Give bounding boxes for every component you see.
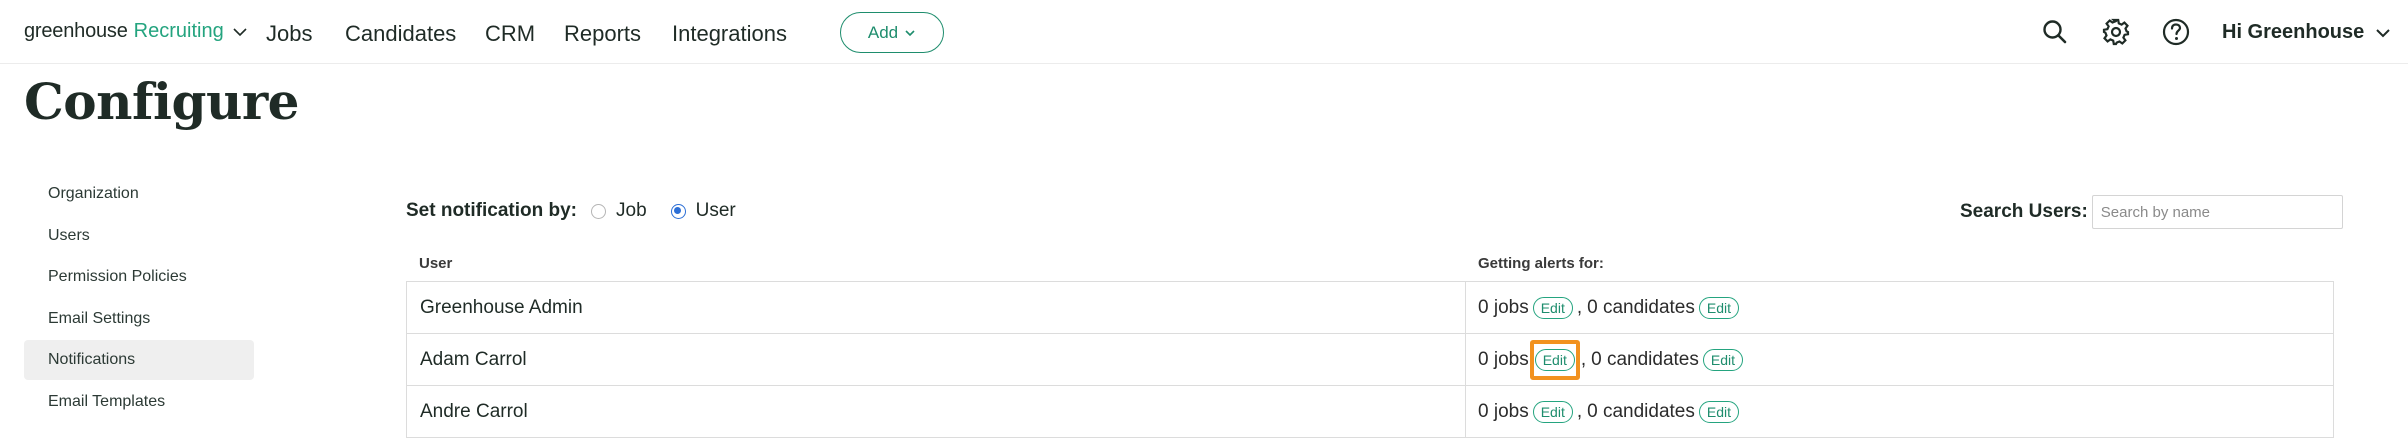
table-header: User Getting alerts for: [406, 246, 2334, 281]
nav-integrations[interactable]: Integrations [672, 21, 787, 47]
user-greeting: Hi Greenhouse [2222, 21, 2365, 43]
notification-setting: Set notification by: Job User [406, 196, 760, 226]
nav-reports[interactable]: Reports [564, 21, 641, 47]
table-row: Greenhouse Admin 0 jobs Edit , 0 candida… [407, 282, 2333, 334]
help-icon[interactable] [2161, 17, 2191, 47]
table-row: Adam Carrol 0 jobs Edit , 0 candidates E… [407, 334, 2333, 386]
candidates-count: 0 candidates [1591, 348, 1699, 370]
separator: , [1576, 400, 1583, 422]
jobs-count: 0 jobs [1478, 296, 1529, 318]
user-name: Greenhouse Admin [407, 282, 1466, 333]
radio-job[interactable] [591, 203, 606, 219]
table-row: Andre Carrol 0 jobs Edit , 0 candidates … [407, 386, 2333, 438]
sidebar-item-organization[interactable]: Organization [24, 174, 254, 214]
column-header-user: User [419, 255, 453, 272]
alerts-cell: 0 jobs Edit , 0 candidates Edit [1466, 282, 1743, 333]
edit-jobs-button[interactable]: Edit [1532, 400, 1573, 423]
top-navigation: greenhouse Recruiting Jobs Candidates CR… [0, 0, 2408, 64]
search-icon[interactable] [2040, 17, 2070, 47]
sidebar-item-permission-policies[interactable]: Permission Policies [24, 257, 254, 297]
page-title: Configure [24, 72, 299, 131]
radio-user-label[interactable]: User [696, 200, 736, 222]
user-notifications-table: User Getting alerts for: Greenhouse Admi… [406, 246, 2334, 438]
jobs-count: 0 jobs [1478, 348, 1529, 370]
chevron-down-icon [233, 27, 247, 36]
user-name: Adam Carrol [407, 334, 1466, 385]
table-body: Greenhouse Admin 0 jobs Edit , 0 candida… [406, 281, 2334, 438]
column-header-alerts: Getting alerts for: [1478, 255, 1604, 272]
alerts-cell: 0 jobs Edit , 0 candidates Edit [1466, 386, 1743, 437]
nav-candidates[interactable]: Candidates [345, 21, 456, 47]
chevron-down-icon [905, 29, 915, 36]
edit-candidates-button[interactable]: Edit [1698, 400, 1739, 423]
candidates-count: 0 candidates [1587, 400, 1695, 422]
candidates-count: 0 candidates [1587, 296, 1695, 318]
jobs-count: 0 jobs [1478, 400, 1529, 422]
set-notification-label: Set notification by: [406, 200, 577, 221]
radio-job-label[interactable]: Job [616, 200, 647, 222]
user-search: Search Users: [1960, 195, 2343, 229]
add-button-label: Add [867, 22, 899, 42]
alerts-cell: 0 jobs Edit , 0 candidates Edit [1466, 334, 1747, 385]
edit-jobs-button[interactable]: Edit [1532, 296, 1573, 319]
chevron-down-icon [2376, 28, 2390, 37]
sidebar-item-notifications[interactable]: Notifications [24, 340, 254, 380]
brand-menu[interactable]: greenhouse Recruiting [24, 20, 250, 43]
sidebar-item-email-settings[interactable]: Email Settings [24, 299, 254, 339]
gear-icon[interactable] [2101, 17, 2131, 47]
nav-crm[interactable]: CRM [485, 21, 535, 47]
nav-jobs[interactable]: Jobs [266, 21, 312, 47]
sidebar-item-email-templates[interactable]: Email Templates [24, 382, 254, 422]
separator: , [1576, 296, 1583, 318]
configure-sidebar: Organization Users Permission Policies E… [24, 174, 254, 423]
highlight-box: Edit [1529, 339, 1580, 380]
search-users-label: Search Users: [1960, 201, 2088, 222]
brand-logo: greenhouse [24, 20, 128, 42]
brand-product: Recruiting [133, 20, 224, 42]
add-button[interactable]: Add [840, 12, 944, 53]
user-name: Andre Carrol [407, 386, 1466, 437]
user-menu[interactable]: Hi Greenhouse [2222, 21, 2392, 44]
edit-candidates-button[interactable]: Edit [1698, 296, 1739, 319]
sidebar-item-users[interactable]: Users [24, 216, 254, 256]
search-users-input[interactable] [2091, 195, 2343, 229]
edit-jobs-button[interactable]: Edit [1534, 348, 1575, 371]
edit-candidates-button[interactable]: Edit [1702, 348, 1743, 371]
separator: , [1580, 348, 1587, 370]
radio-user[interactable] [670, 203, 686, 219]
